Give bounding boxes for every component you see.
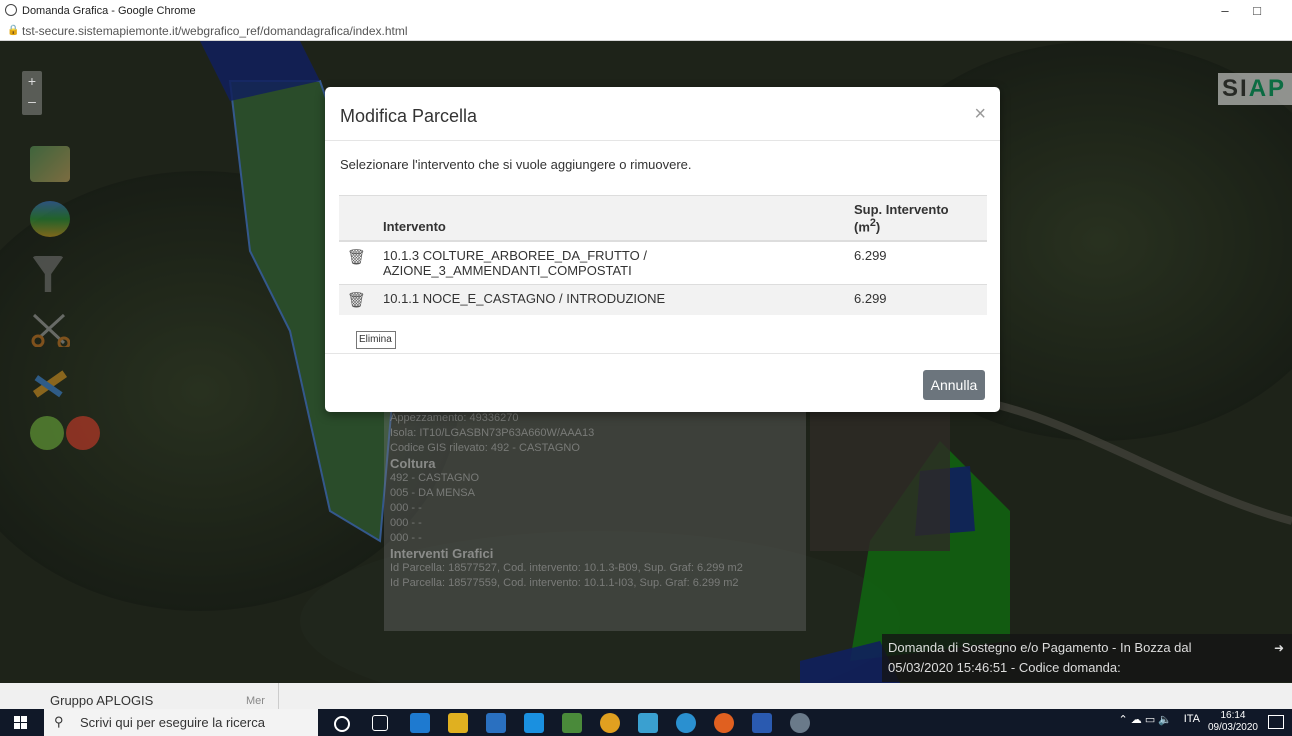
info-intervento-line: Id Parcella: 18577559, Cod. intervento: …	[390, 577, 739, 589]
zoom-in-button[interactable]: +	[22, 71, 42, 91]
table-header-intervento: Intervento	[375, 195, 846, 243]
minimize-button[interactable]: –	[1210, 2, 1240, 20]
siap-logo: SIAP	[1218, 73, 1292, 105]
mail-icon[interactable]	[524, 713, 544, 733]
notification-icon[interactable]	[1268, 715, 1284, 729]
scissors-icon[interactable]	[30, 311, 70, 347]
chat-strip: Gruppo APLOGIS Mer	[0, 683, 1292, 709]
layers-stack-icon[interactable]	[30, 201, 70, 237]
status-line-1: Domanda di Sostegno e/o Pagamento - In B…	[888, 640, 1192, 655]
table-header-action	[339, 195, 375, 243]
table-cell-sup: 6.299	[846, 240, 987, 285]
pencil-ruler-icon[interactable]	[30, 366, 70, 402]
app-icon[interactable]	[562, 713, 582, 733]
info-codice-gis: Codice GIS rilevato: 492 - CASTAGNO	[390, 442, 580, 454]
cortana-icon[interactable]	[334, 716, 350, 732]
search-icon: ⚲	[54, 714, 64, 729]
app-icon[interactable]	[638, 713, 658, 733]
modal-header: Modifica Parcella ×	[325, 87, 1000, 141]
file-explorer-icon[interactable]	[448, 713, 468, 733]
info-coltura-line: 005 - DA MENSA	[390, 487, 475, 499]
info-appezzamento: Appezzamento: 49336270	[390, 412, 519, 424]
task-view-icon[interactable]	[372, 715, 388, 731]
divider	[278, 683, 279, 709]
group-day: Mer	[246, 695, 265, 707]
modal-instruction: Selezionare l'intervento che si vuole ag…	[340, 157, 692, 172]
modifica-parcella-modal: Modifica Parcella × Selezionare l'interv…	[325, 87, 1000, 412]
address-bar[interactable]: tst-secure.sistemapiemonte.it/webgrafico…	[22, 24, 408, 38]
maximize-button[interactable]: □	[1242, 2, 1272, 20]
close-icon[interactable]: ×	[974, 103, 986, 126]
table-header-sup: Sup. Intervento (m2)	[846, 195, 987, 243]
store-icon[interactable]	[486, 713, 506, 733]
skype-icon[interactable]	[676, 713, 696, 733]
info-coltura-line: 000 - -	[390, 502, 422, 514]
info-coltura-line: 492 - CASTAGNO	[390, 472, 480, 484]
taskbar-search-input[interactable]: ⚲ Scrivi qui per eseguire la ricerca	[44, 709, 318, 736]
window-title: Domanda Grafica - Google Chrome	[22, 5, 196, 17]
language-indicator[interactable]: ITA	[1184, 713, 1200, 725]
info-interventi-heading: Interventi Grafici	[390, 546, 494, 561]
chrome-icon[interactable]	[600, 713, 620, 733]
table-cell-intervento: 10.1.3 COLTURE_ARBOREE_DA_FRUTTO / AZIONE…	[375, 240, 846, 285]
browser-titlebar: Domanda Grafica - Google Chrome – □ 🔒 ts…	[0, 0, 1292, 41]
windows-taskbar: ⚲ Scrivi qui per eseguire la ricerca ⌃ ☁…	[0, 709, 1292, 736]
table-row: 🗑 10.1.1 NOCE_E_CASTAGNO / INTRODUZIONE …	[339, 284, 987, 316]
trash-icon[interactable]: 🗑	[347, 249, 366, 266]
cancel-icon[interactable]	[66, 416, 100, 450]
confirm-icon[interactable]	[30, 416, 64, 450]
interventi-table: Intervento Sup. Intervento (m2) 🗑 10.1.3 …	[339, 195, 987, 316]
table-cell-sup: 6.299	[846, 284, 987, 316]
trash-icon[interactable]: 🗑	[347, 292, 366, 309]
table-cell-action: 🗑	[339, 240, 375, 285]
status-bar: Domanda di Sostegno e/o Pagamento - In B…	[882, 634, 1292, 682]
system-clock[interactable]: 16:14 09/03/2020	[1208, 710, 1258, 734]
tray-icons[interactable]: ⌃ ☁ ▭ 🔈	[1119, 713, 1172, 726]
edge-icon[interactable]	[410, 713, 430, 733]
elimina-tooltip: Elimina	[356, 331, 396, 349]
table-row: 🗑 10.1.3 COLTURE_ARBOREE_DA_FRUTTO / AZIO…	[339, 240, 987, 285]
status-line-2: 05/03/2020 15:46:51 - Codice domanda:	[888, 660, 1121, 675]
info-isola: Isola: IT10/LGASBN73P63A660W/AAA13	[390, 427, 595, 439]
chrome-tab-icon	[5, 4, 17, 16]
info-coltura-line: 000 - -	[390, 517, 422, 529]
group-name[interactable]: Gruppo APLOGIS	[50, 693, 153, 708]
lock-icon: 🔒	[7, 25, 20, 36]
map-layers-icon[interactable]	[30, 146, 70, 182]
annulla-button[interactable]: Annulla	[923, 370, 985, 400]
zoom-control[interactable]: + –	[22, 71, 42, 115]
windows-start-icon[interactable]	[14, 716, 28, 730]
info-intervento-line: Id Parcella: 18577527, Cod. intervento: …	[390, 562, 743, 574]
app-icon[interactable]	[790, 713, 810, 733]
modal-footer: Annulla	[325, 353, 1000, 412]
arrow-right-icon[interactable]: ➜	[1274, 638, 1284, 658]
info-coltura-heading: Coltura	[390, 456, 436, 471]
zoom-out-button[interactable]: –	[22, 91, 42, 111]
table-cell-intervento: 10.1.1 NOCE_E_CASTAGNO / INTRODUZIONE	[375, 284, 846, 316]
firefox-icon[interactable]	[714, 713, 734, 733]
word-icon[interactable]	[752, 713, 772, 733]
modal-title: Modifica Parcella	[340, 106, 478, 126]
info-coltura-line: 000 - -	[390, 532, 422, 544]
table-cell-action: 🗑	[339, 284, 375, 316]
